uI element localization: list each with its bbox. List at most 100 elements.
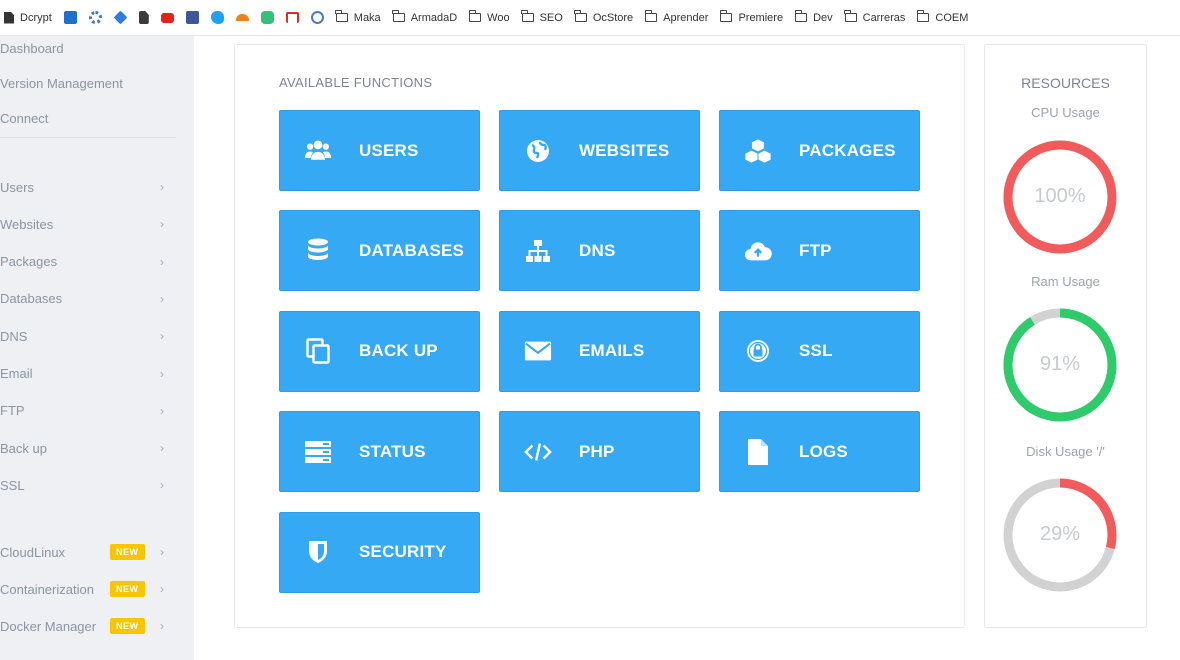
bookmark-folder-dev[interactable]: Dev [794, 10, 833, 24]
bookmark-folder-ocstore[interactable]: OcStore [574, 10, 633, 24]
chevron-right-icon: › [160, 180, 164, 194]
folder-icon [335, 10, 348, 22]
available-functions-panel: AVAILABLE FUNCTIONS USERS WEBSITES PACKAGE… [234, 44, 965, 628]
folder-icon [574, 10, 587, 22]
chevron-right-icon: › [160, 545, 164, 559]
function-button-logs[interactable]: LOGS [719, 411, 920, 493]
settings-icon[interactable] [88, 11, 102, 24]
function-label: DNS [579, 240, 616, 260]
gauge-value: 100% [1034, 185, 1086, 207]
chevron-right-icon: › [160, 478, 164, 493]
bookmark-label: SEO [539, 11, 563, 24]
bookmark-dcrypt[interactable]: Dcrypt [4, 11, 52, 24]
function-button-packages[interactable]: PACKAGES [719, 110, 920, 191]
resources-title: RESOURCES [1021, 75, 1110, 91]
server-icon [304, 438, 332, 466]
bookmark-folder-maka[interactable]: Maka [335, 10, 381, 24]
function-button-php[interactable]: PHP [499, 411, 700, 493]
sidebar-item-label: DNS [0, 328, 28, 344]
sidebar-item-docker-manager[interactable]: Docker Manager NEW › [0, 615, 176, 637]
bookmark-label: Carreras [862, 11, 906, 24]
function-label: SECURITY [359, 542, 447, 562]
sidebar-item-ftp[interactable]: FTP › [0, 400, 176, 422]
function-button-users[interactable]: USERS [279, 110, 480, 191]
sidebar-item-label: Email [0, 366, 33, 381]
function-label: WEBSITES [579, 140, 670, 160]
sidebar-item-databases[interactable]: Databases › [0, 288, 176, 310]
bookmark-label: COEM [935, 11, 969, 24]
sidebar-item-label: Databases [0, 291, 63, 307]
function-button-emails[interactable]: EMAILS [499, 310, 700, 392]
sidebar-item-websites[interactable]: Websites › [0, 213, 176, 235]
chevron-right-icon: › [160, 366, 164, 381]
function-button-dns[interactable]: DNS [499, 210, 700, 292]
sidebar-item-dashboard[interactable]: Dashboard [0, 37, 176, 59]
chevron-right-icon: › [160, 403, 164, 418]
cubes-icon [744, 137, 772, 165]
function-label: LOGS [799, 441, 848, 461]
new-badge: NEW [110, 544, 145, 560]
usage-gauge: 29% [1000, 475, 1120, 595]
function-label: EMAILS [579, 341, 645, 361]
bookmark-folder-aprender[interactable]: Aprender [644, 10, 708, 24]
sidebar-divider [0, 137, 176, 138]
new-badge: NEW [110, 618, 145, 634]
shield-icon [304, 538, 332, 566]
bookmark-folder-premiere[interactable]: Premiere [720, 10, 784, 24]
gauge-label: CPU Usage [1031, 105, 1100, 120]
function-button-ftp[interactable]: FTP [719, 210, 920, 292]
function-button-databases[interactable]: DATABASES [279, 210, 480, 292]
sidebar-item-containerization[interactable]: Containerization NEW › [0, 578, 176, 600]
folder-icon [794, 10, 808, 22]
function-button-ssl[interactable]: SSL [719, 310, 920, 392]
sidebar-item-cloudlinux[interactable]: CloudLinux NEW › [0, 541, 176, 563]
chevron-right-icon: › [160, 619, 164, 633]
bookmark-folder-carreras[interactable]: Carreras [844, 10, 906, 24]
new-badge: NEW [110, 581, 145, 597]
function-label: STATUS [359, 441, 426, 461]
bookmark-folder-seo[interactable]: SEO [521, 10, 563, 24]
sidebar-item-email[interactable]: Email › [0, 363, 176, 385]
gauge-value: 91% [1039, 353, 1081, 375]
usage-gauge: 100% [1000, 137, 1120, 257]
tripadvisor-icon[interactable] [260, 11, 274, 24]
function-label: SSL [799, 341, 833, 361]
sidebar-item-dns[interactable]: DNS › [0, 325, 176, 347]
function-button-security[interactable]: SECURITY [279, 511, 480, 593]
lock-icon [744, 337, 772, 365]
folder-icon [392, 10, 405, 22]
sidebar-item-users[interactable]: Users › [0, 176, 176, 198]
globe-icon [524, 137, 552, 165]
outlook-icon[interactable] [63, 11, 77, 24]
facebook-icon[interactable] [185, 11, 199, 24]
bookmark-folder-woo[interactable]: Woo [468, 10, 510, 24]
sidebar-item-ssl[interactable]: SSL › [0, 474, 176, 496]
copy-icon [304, 337, 332, 365]
diamond-icon[interactable] [113, 10, 128, 25]
chevron-right-icon: › [160, 291, 164, 306]
cloudflare-icon[interactable] [235, 14, 249, 21]
function-button-back-up[interactable]: BACK UP [279, 310, 480, 392]
sidebar-item-version-management[interactable]: Version Management [0, 72, 176, 94]
function-button-status[interactable]: STATUS [279, 411, 480, 493]
bookmark-folder-coem[interactable]: COEM [917, 10, 969, 24]
bookmark-label: Premiere [738, 11, 784, 24]
database-icon [304, 237, 332, 265]
function-button-websites[interactable]: WEBSITES [499, 110, 700, 191]
gmail-icon[interactable] [285, 12, 299, 23]
page-icon[interactable] [138, 11, 149, 24]
bookmark-folder-armadad[interactable]: ArmadaD [392, 10, 457, 24]
bookmark-label: Woo [487, 11, 510, 24]
users-icon [304, 137, 332, 165]
resources-panel: RESOURCES CPU Usage 100% Ram Usage 91% Disk … [984, 44, 1147, 628]
chevron-right-icon: › [160, 329, 164, 344]
sidebar-item-back-up[interactable]: Back up › [0, 437, 176, 459]
function-label: USERS [359, 140, 419, 160]
sidebar-item-packages[interactable]: Packages › [0, 251, 176, 273]
bookmark-label: Maka [353, 11, 381, 24]
twitter-icon[interactable] [210, 11, 224, 24]
sidebar-item-connect[interactable]: Connect [0, 107, 176, 129]
chevron-right-icon: › [160, 254, 164, 269]
youtube-icon[interactable] [160, 12, 174, 23]
inbox-icon[interactable] [310, 11, 324, 24]
